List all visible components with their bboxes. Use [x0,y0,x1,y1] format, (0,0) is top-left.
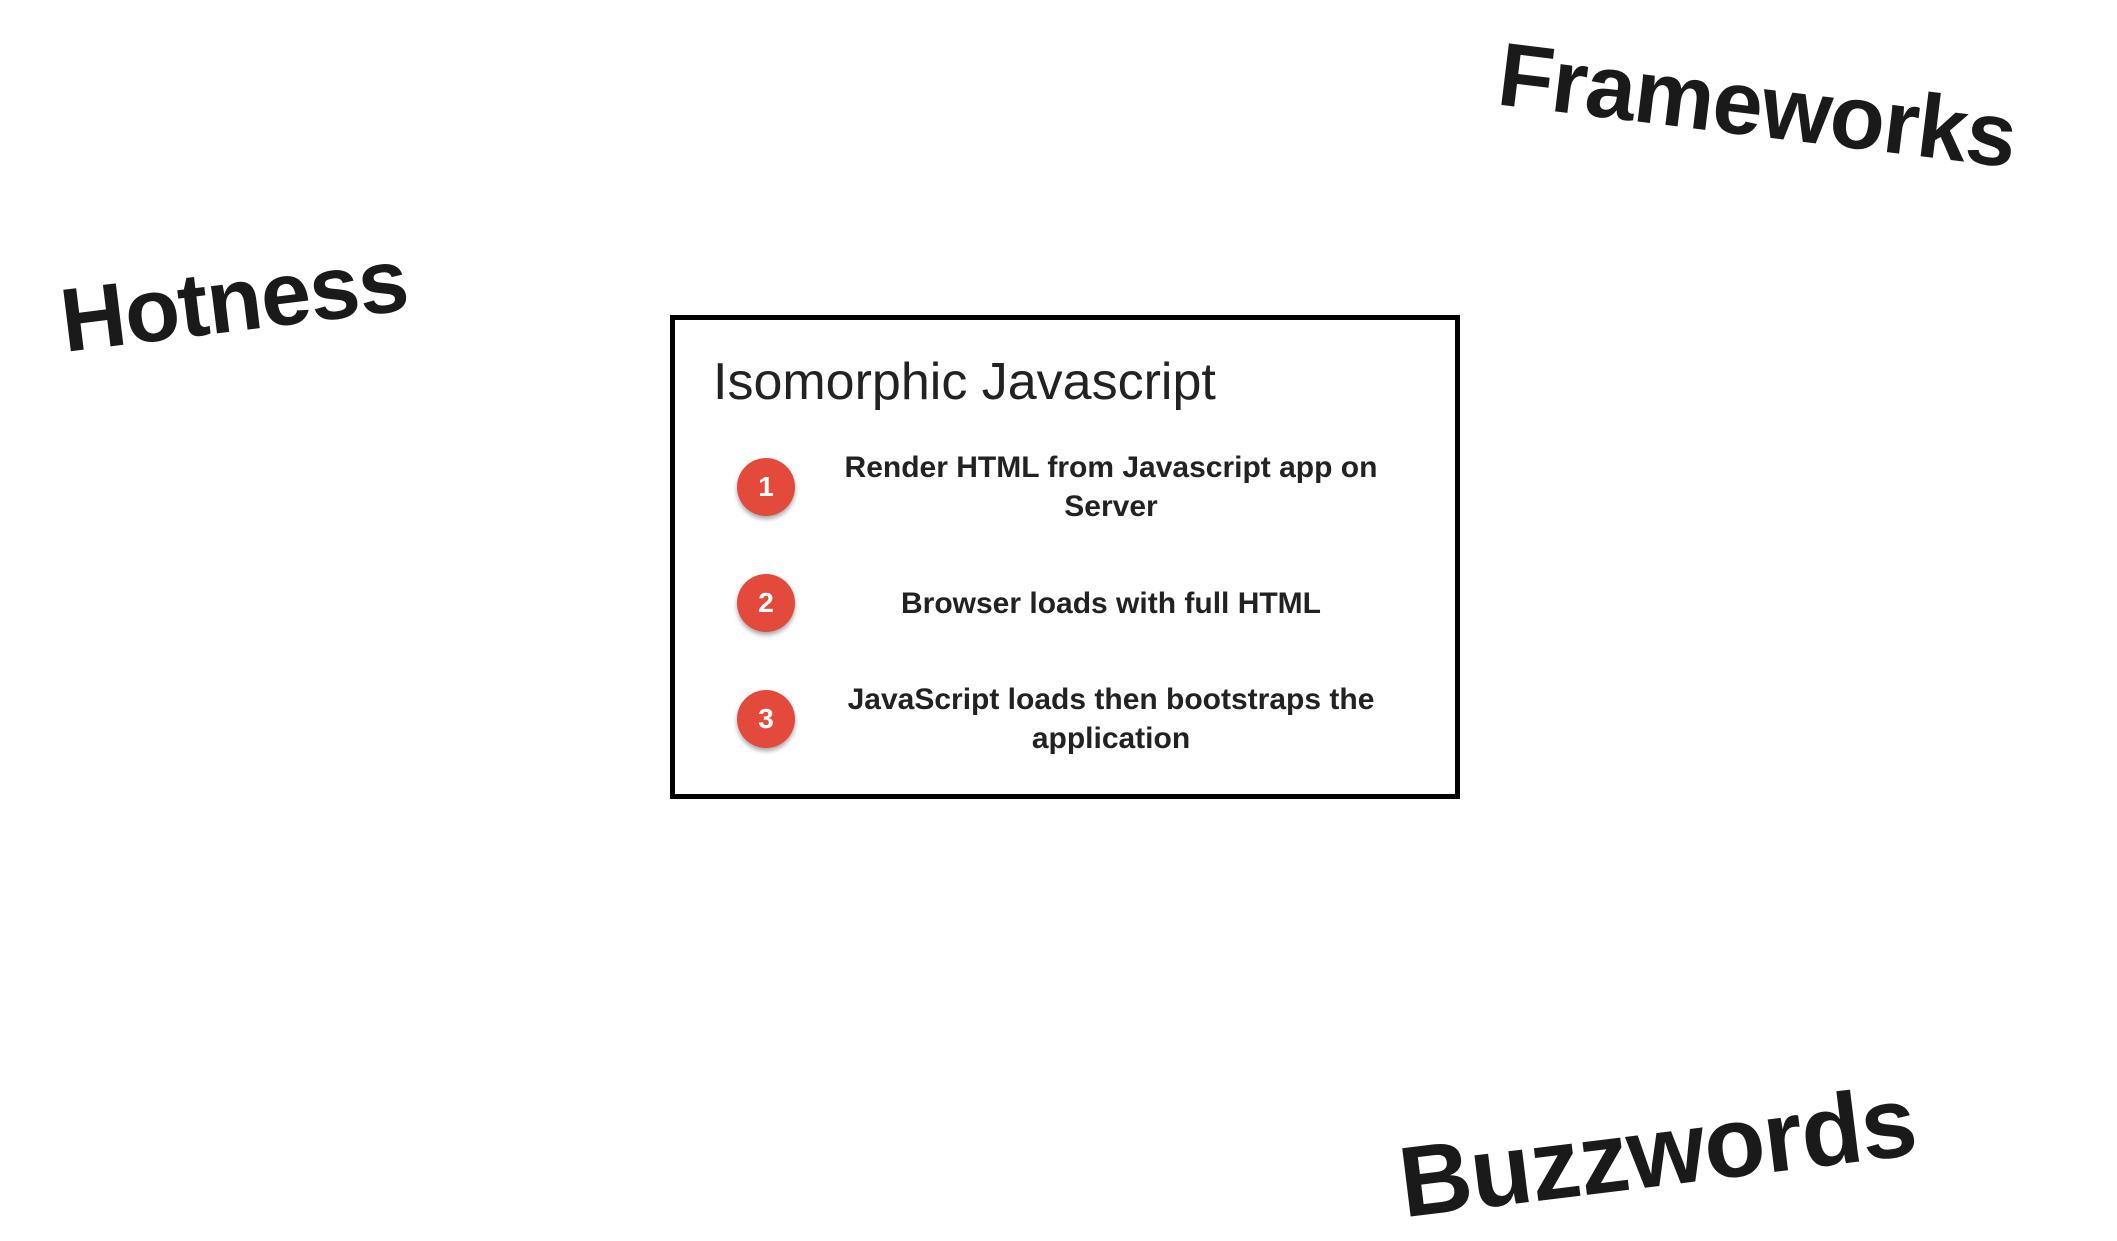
steps-list: 1 Render HTML from Javascript app on Ser… [713,448,1417,758]
step-text: Render HTML from Javascript app on Serve… [835,448,1417,526]
floating-word-buzzwords: Buzzwords [1393,1064,1922,1241]
card-title: Isomorphic Javascript [713,352,1417,412]
step-badge: 3 [737,690,795,748]
step-item: 1 Render HTML from Javascript app on Ser… [737,448,1417,526]
step-badge: 1 [737,458,795,516]
step-text: JavaScript loads then bootstraps the app… [835,680,1417,758]
floating-word-hotness: Hotness [55,229,413,374]
floating-word-frameworks: Frameworks [1492,24,2021,190]
step-item: 2 Browser loads with full HTML [737,574,1417,632]
step-badge: 2 [737,574,795,632]
step-text: Browser loads with full HTML [835,584,1417,623]
step-item: 3 JavaScript loads then bootstraps the a… [737,680,1417,758]
info-card: Isomorphic Javascript 1 Render HTML from… [670,315,1460,799]
